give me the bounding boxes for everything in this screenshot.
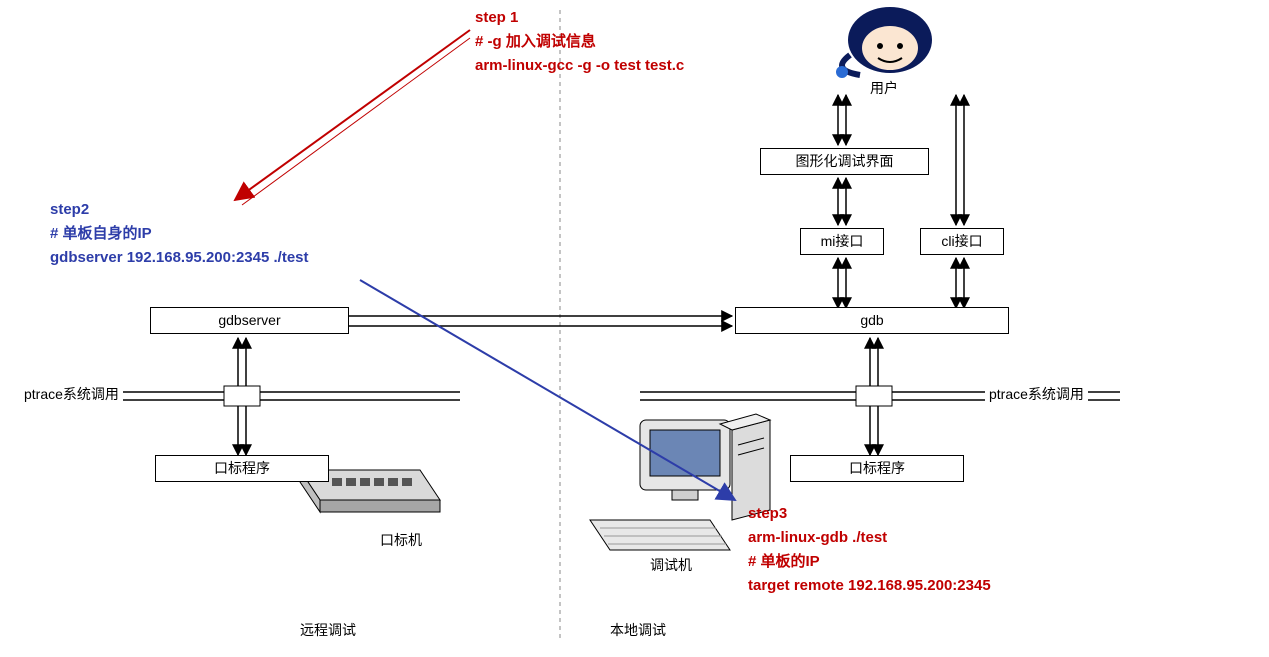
gdb-box: gdb	[735, 307, 1009, 334]
step3-line2: arm-linux-gdb ./test	[748, 526, 991, 550]
user-label: 用户	[870, 78, 898, 98]
remote-debug-label: 远程调试	[300, 620, 356, 640]
target-prog-left-box: 口标程序	[155, 455, 329, 482]
step3-annotation: step3 arm-linux-gdb ./test # 单板的IP targe…	[748, 502, 991, 598]
step2-line3: gdbserver 192.168.95.200:2345 ./test	[50, 246, 309, 270]
step1-title: step 1	[475, 6, 684, 30]
debug-machine-label: 调试机	[650, 555, 692, 575]
step3-line4: target remote 192.168.95.200:2345	[748, 574, 991, 598]
gdbserver-box: gdbserver	[150, 307, 349, 334]
diagram-stage: { "step1": { "title": "step 1", "line2":…	[0, 0, 1269, 657]
local-debug-label: 本地调试	[610, 620, 666, 640]
target-prog-right-box: 口标程序	[790, 455, 964, 482]
step3-title: step3	[748, 502, 991, 526]
gui-box: 图形化调试界面	[760, 148, 929, 175]
user-icon	[836, 7, 932, 78]
step3-line3: # 单板的IP	[748, 550, 991, 574]
step1-line2: # -g 加入调试信息	[475, 30, 684, 54]
step1-annotation: step 1 # -g 加入调试信息 arm-linux-gcc -g -o t…	[475, 6, 684, 78]
mi-box: mi接口	[800, 228, 884, 255]
step2-line2: # 单板自身的IP	[50, 222, 309, 246]
cli-box: cli接口	[920, 228, 1004, 255]
ptrace-left-label: ptrace系统调用	[20, 384, 123, 404]
ptrace-right-label: ptrace系统调用	[985, 384, 1088, 404]
debug-machine-icon	[590, 414, 770, 550]
target-machine-label: 口标机	[380, 530, 422, 550]
step2-annotation: step2 # 单板自身的IP gdbserver 192.168.95.200…	[50, 198, 309, 270]
step2-title: step2	[50, 198, 309, 222]
step1-line3: arm-linux-gcc -g -o test test.c	[475, 54, 684, 78]
